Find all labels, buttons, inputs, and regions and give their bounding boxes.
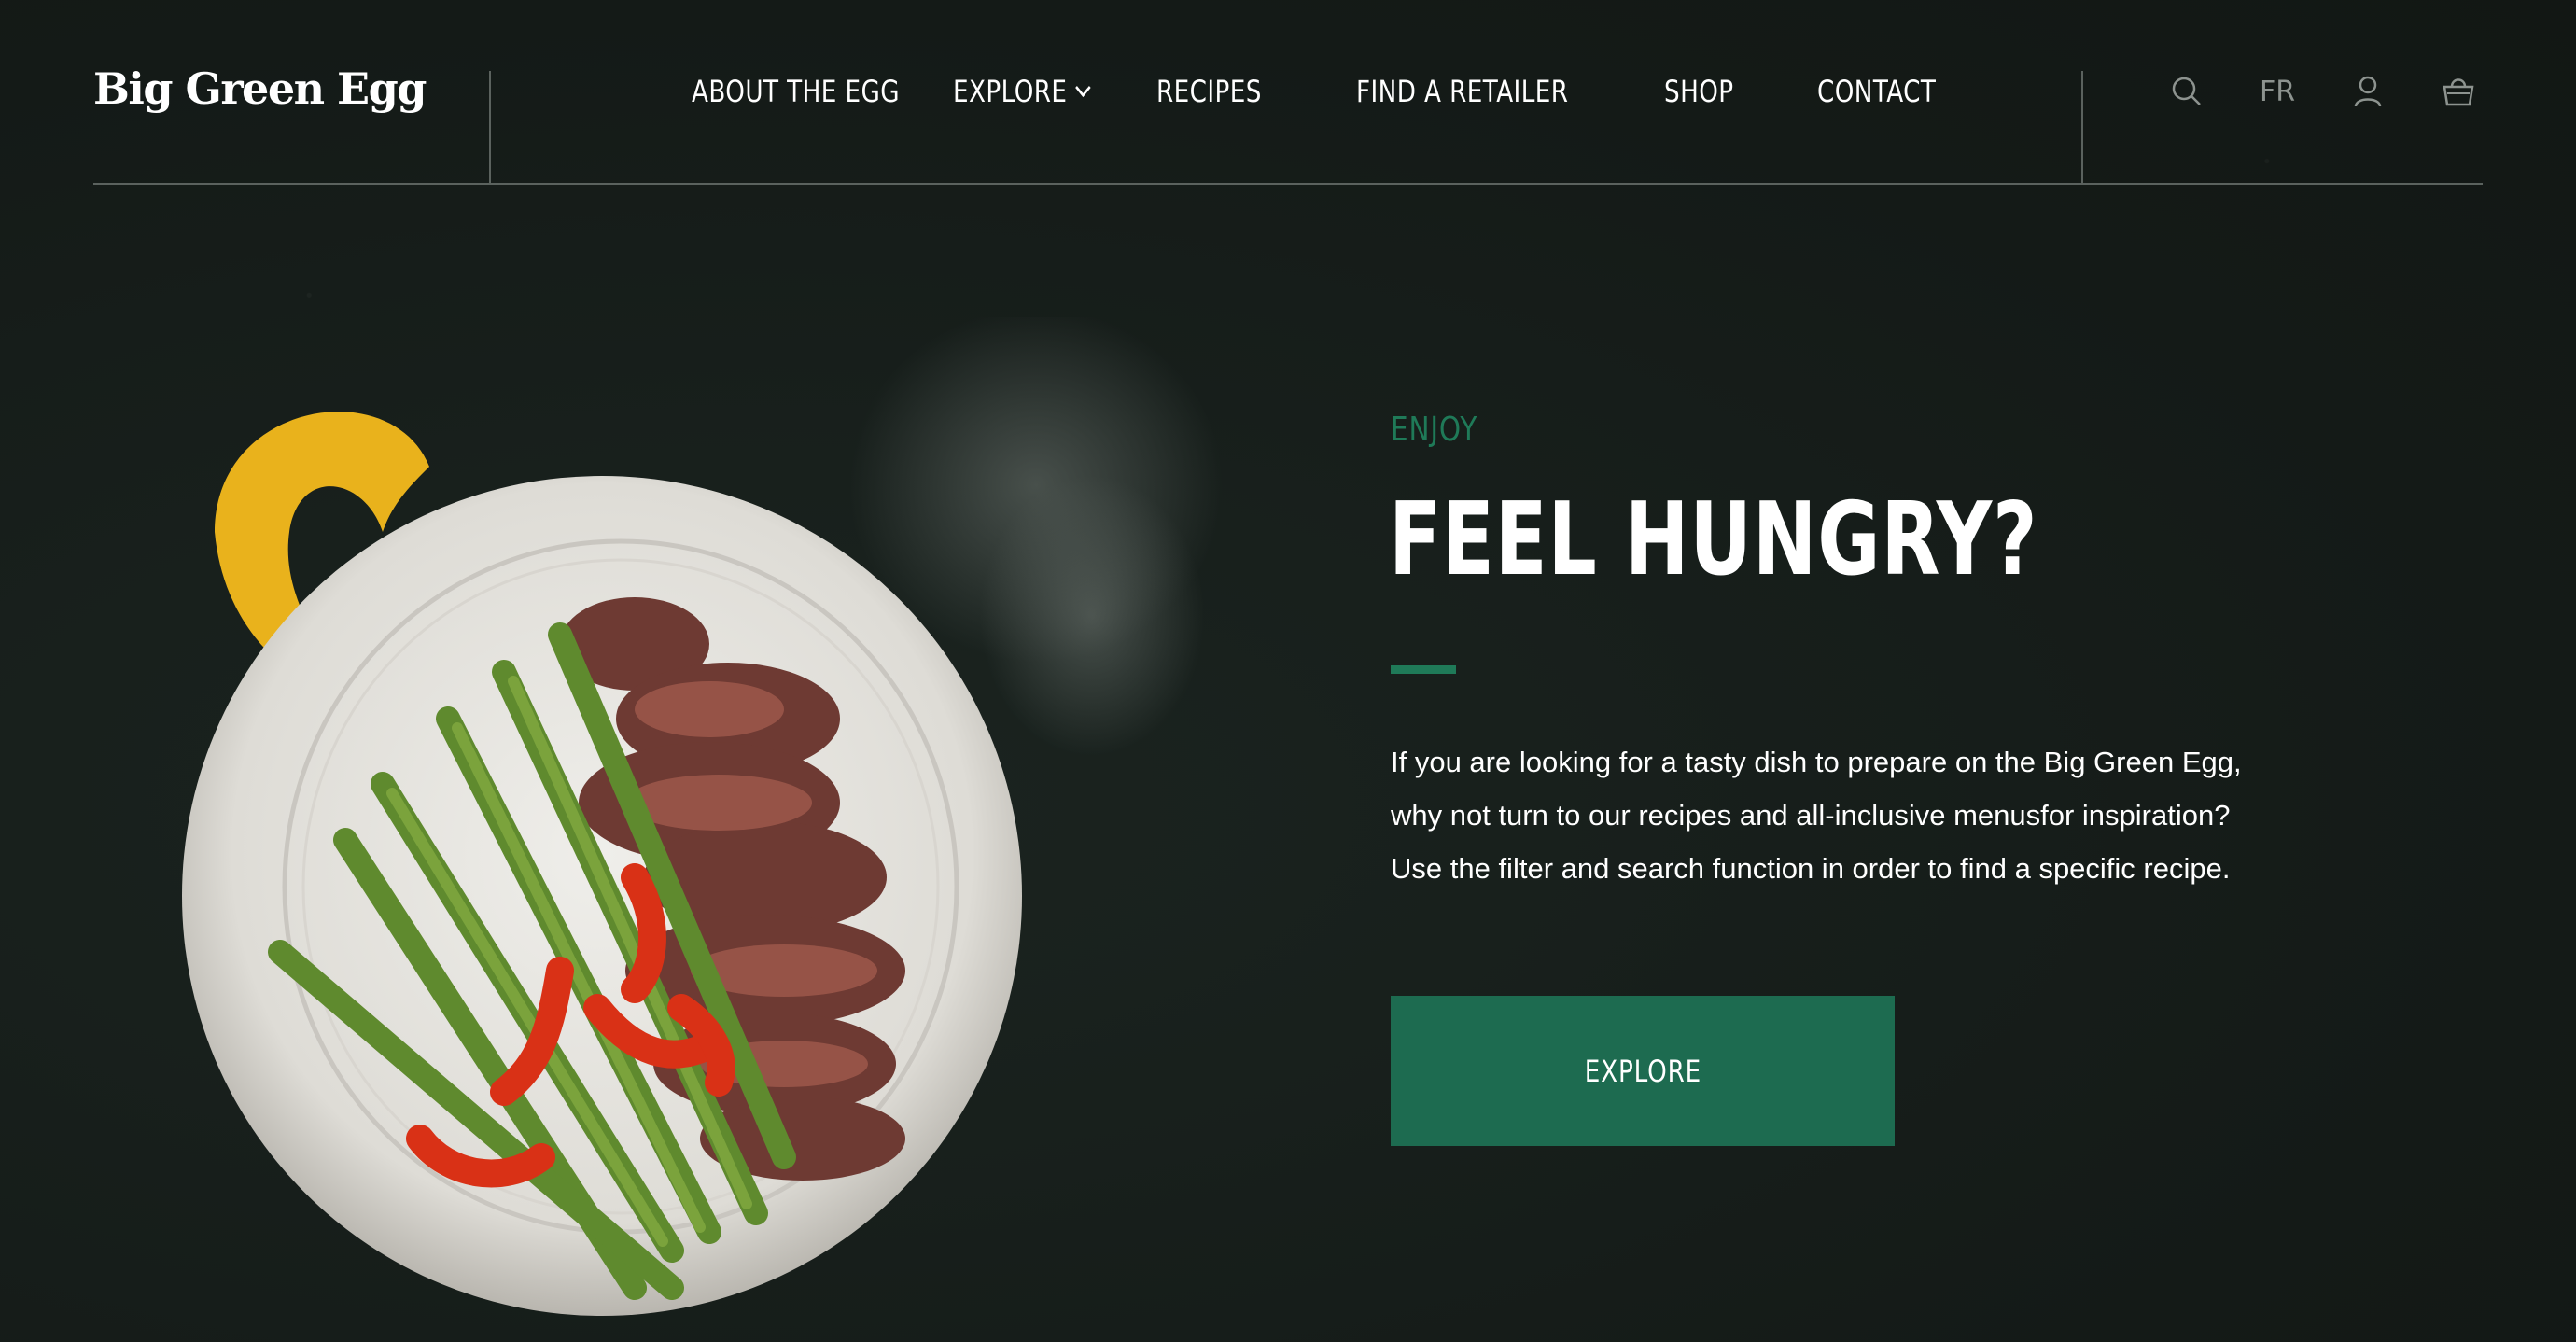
nav-item-label: RECIPES: [1156, 74, 1262, 109]
nav-item-recipes[interactable]: RECIPES: [1156, 74, 1262, 109]
site-header: Big Green Egg ABOUT THE EGG EXPLORE RECI…: [93, 0, 2483, 185]
nav-item-label: FIND A RETAILER: [1356, 74, 1569, 109]
explore-button[interactable]: EXPLORE: [1391, 996, 1895, 1146]
nav-item-label: SHOP: [1664, 74, 1734, 109]
hero-title: FEEL HUNGRY?: [1389, 482, 2038, 598]
nav-item-label: ABOUT THE EGG: [692, 74, 900, 109]
header-divider-right: [2081, 71, 2083, 185]
nav-item-contact[interactable]: CONTACT: [1817, 74, 1947, 109]
nav-item-shop[interactable]: SHOP: [1664, 74, 1733, 109]
nav-item-explore[interactable]: EXPLORE: [953, 74, 1127, 109]
explore-button-label: EXPLORE: [1584, 1053, 1701, 1089]
nav-item-about-the-egg[interactable]: ABOUT THE EGG: [692, 74, 900, 109]
hero-food-image: [182, 317, 1223, 1316]
user-icon[interactable]: [2344, 67, 2392, 116]
search-icon[interactable]: [2163, 67, 2211, 116]
chevron-down-icon: [1075, 85, 1091, 98]
hero-eyebrow: ENJOY: [1391, 411, 1478, 449]
hero-description-line: If you are looking for a tasty dish to p…: [1391, 746, 2242, 778]
utility-nav: FR: [2163, 67, 2483, 116]
nav-item-label: CONTACT: [1817, 74, 1937, 109]
accent-bar: [1391, 665, 1456, 674]
basket-icon[interactable]: [2434, 67, 2483, 116]
nav-item-label: EXPLORE: [953, 74, 1068, 109]
main-nav: ABOUT THE EGG EXPLORE RECIPES FIND A RET…: [692, 69, 1976, 114]
nav-item-find-a-retailer[interactable]: FIND A RETAILER: [1356, 74, 1568, 109]
hero-description: If you are looking for a tasty dish to p…: [1391, 735, 2324, 895]
language-switch[interactable]: FR: [2253, 76, 2302, 108]
hero-description-line: why not turn to our recipes and all-incl…: [1391, 799, 2231, 832]
header-divider-left: [489, 71, 491, 185]
hero-description-line: Use the filter and search function in or…: [1391, 852, 2231, 885]
brand-logo[interactable]: Big Green Egg: [93, 63, 427, 114]
